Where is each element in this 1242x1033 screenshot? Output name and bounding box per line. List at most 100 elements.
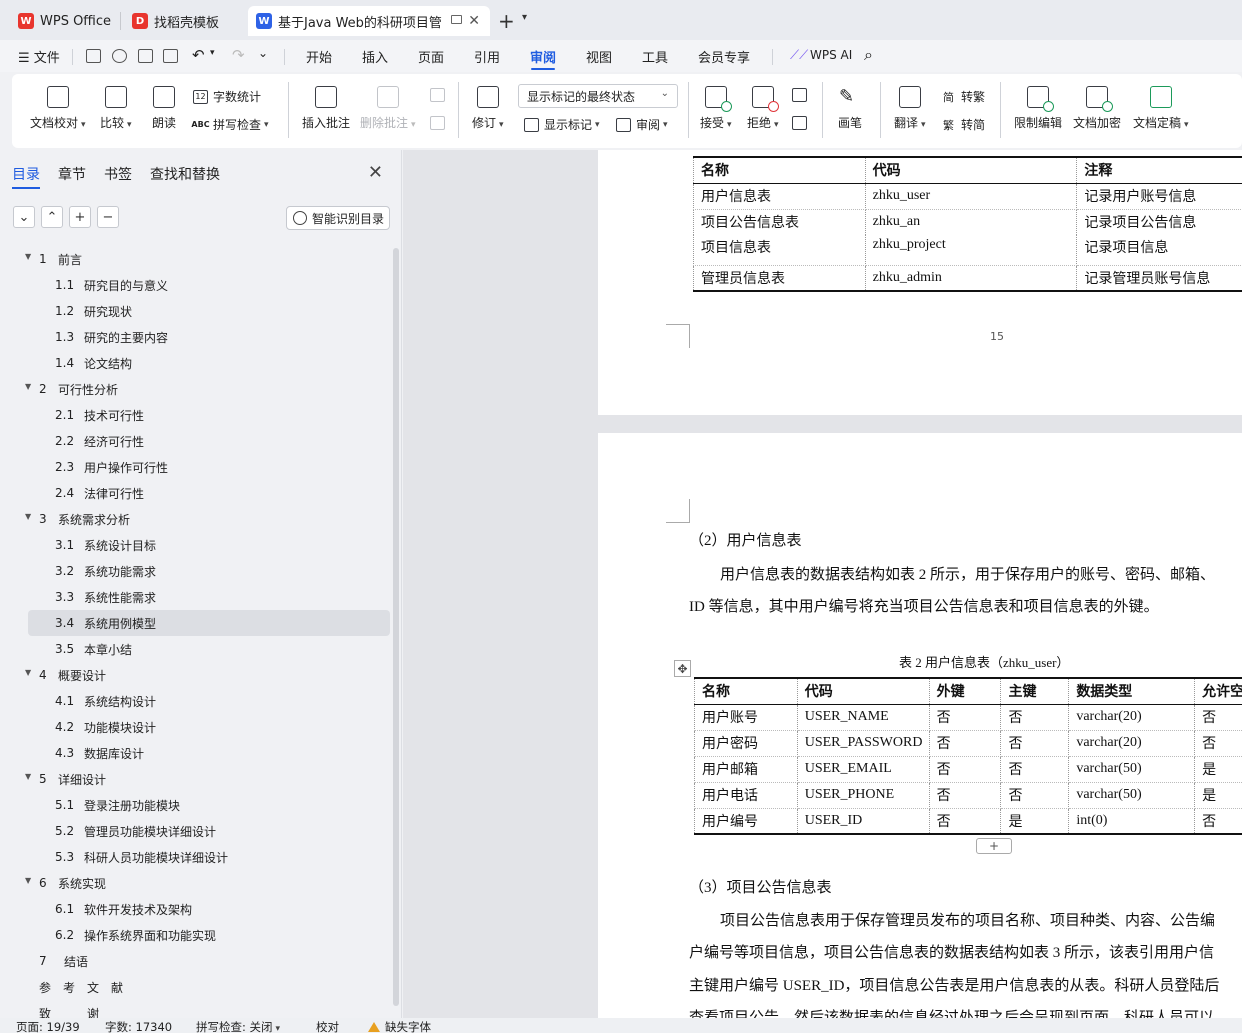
- toc-item[interactable]: 1.2 研究现状: [0, 298, 392, 324]
- more-chevron-icon[interactable]: ⌄: [258, 46, 268, 60]
- doc-proof-button[interactable]: 文档校对 ▾: [30, 86, 86, 131]
- collapse-all-button[interactable]: ⌄: [13, 206, 35, 228]
- menu-home[interactable]: 开始: [306, 47, 332, 66]
- track-changes-button[interactable]: 修订 ▾: [472, 86, 504, 131]
- move-table-icon[interactable]: ✥: [674, 660, 691, 677]
- toc-item[interactable]: 2.4 法律可行性: [0, 480, 392, 506]
- undo-dropdown-icon[interactable]: ▾: [210, 48, 215, 58]
- redo-icon[interactable]: ↷: [232, 46, 245, 64]
- remove-heading-button[interactable]: −: [97, 206, 119, 228]
- menu-review[interactable]: 审阅: [530, 47, 556, 70]
- toc-item[interactable]: ▼ 6 系统实现: [0, 870, 392, 896]
- markup-state-select[interactable]: 显示标记的最终状态 ⌄: [518, 84, 678, 108]
- prev-comment-button[interactable]: [430, 88, 450, 102]
- scrollbar[interactable]: [393, 248, 399, 1006]
- menu-member[interactable]: 会员专享: [698, 47, 750, 66]
- toc-item[interactable]: ▼ 2 可行性分析: [0, 376, 392, 402]
- search-icon[interactable]: ⌕: [864, 45, 873, 65]
- tab-document[interactable]: W 基于Java Web的科研项目管理 ✕: [248, 6, 490, 36]
- expand-triangle-icon[interactable]: ▼: [25, 668, 31, 677]
- chevron-down-icon[interactable]: ▾: [522, 12, 527, 23]
- menu-tools[interactable]: 工具: [642, 47, 668, 66]
- save-icon[interactable]: [86, 49, 101, 63]
- toc-item[interactable]: 5.1 登录注册功能模块: [0, 792, 392, 818]
- menu-page[interactable]: 页面: [418, 47, 444, 66]
- word-count-button[interactable]: 12 字数统计: [193, 88, 261, 105]
- expand-triangle-icon[interactable]: ▼: [25, 512, 31, 521]
- nav-tab-sections[interactable]: 章节: [58, 164, 86, 184]
- accept-button[interactable]: 接受 ▾: [700, 86, 732, 131]
- nav-tab-toc[interactable]: 目录: [12, 164, 40, 189]
- toc-item[interactable]: 2.3 用户操作可行性: [0, 454, 392, 480]
- show-markup-button[interactable]: 显示标记 ▾: [524, 116, 600, 133]
- restrict-edit-button[interactable]: 限制编辑: [1014, 86, 1062, 131]
- expand-triangle-icon[interactable]: ▼: [25, 876, 31, 885]
- finalize-button[interactable]: 文档定稿 ▾: [1133, 86, 1189, 131]
- toc-item[interactable]: 1.3 研究的主要内容: [0, 324, 392, 350]
- pen-button[interactable]: ✎ 画笔: [838, 86, 862, 131]
- word-count-status[interactable]: 字数: 17340: [105, 1019, 172, 1033]
- toc-item[interactable]: ▼ 1 前言: [0, 246, 392, 272]
- encrypt-button[interactable]: 文档加密: [1073, 86, 1121, 131]
- toc-item[interactable]: 3.4 系统用例模型: [28, 610, 390, 636]
- screen-icon[interactable]: [451, 15, 462, 24]
- spell-check-status[interactable]: 拼写检查: 关闭 ▾: [196, 1019, 280, 1033]
- undo-icon[interactable]: ↶: [192, 46, 205, 64]
- toc-item[interactable]: 3.1 系统设计目标: [0, 532, 392, 558]
- menu-references[interactable]: 引用: [474, 47, 500, 66]
- toc-item[interactable]: 3.2 系统功能需求: [0, 558, 392, 584]
- toc-item[interactable]: ▼ 3 系统需求分析: [0, 506, 392, 532]
- toc-item[interactable]: 1.1 研究目的与意义: [0, 272, 392, 298]
- toc-item[interactable]: 4.3 数据库设计: [0, 740, 392, 766]
- new-tab-icon[interactable]: +: [498, 9, 515, 33]
- to-simplified-button[interactable]: 繁 转简: [941, 116, 985, 133]
- read-aloud-button[interactable]: 朗读: [152, 86, 176, 131]
- smart-toc-button[interactable]: 智能识别目录: [286, 206, 390, 230]
- next-comment-button[interactable]: [430, 116, 450, 130]
- toc-item[interactable]: 2.1 技术可行性: [0, 402, 392, 428]
- toc-item[interactable]: 参 考 文 献: [0, 974, 392, 1000]
- nav-tab-find-replace[interactable]: 查找和替换: [150, 164, 220, 184]
- translate-button[interactable]: 翻译 ▾: [894, 86, 926, 131]
- toc-item[interactable]: 3.3 系统性能需求: [0, 584, 392, 610]
- expand-triangle-icon[interactable]: ▼: [25, 252, 31, 261]
- missing-font-status[interactable]: 缺失字体: [368, 1019, 431, 1033]
- expand-triangle-icon[interactable]: ▼: [25, 772, 31, 781]
- tab-wps-office[interactable]: W WPS Office: [10, 6, 118, 36]
- file-menu[interactable]: ☰ 文件: [18, 47, 60, 66]
- print-preview-icon[interactable]: [163, 49, 178, 63]
- proof-status[interactable]: 校对: [316, 1019, 339, 1033]
- toc-item[interactable]: 3.5 本章小结: [0, 636, 392, 662]
- toc-item[interactable]: 4.1 系统结构设计: [0, 688, 392, 714]
- close-icon[interactable]: ✕: [368, 162, 383, 183]
- expand-up-button[interactable]: ⌃: [41, 206, 63, 228]
- toc-item[interactable]: ▼ 5 详细设计: [0, 766, 392, 792]
- delete-comment-button[interactable]: 删除批注 ▾: [360, 86, 416, 131]
- print-icon[interactable]: [138, 49, 153, 63]
- toc-item[interactable]: 4.2 功能模块设计: [0, 714, 392, 740]
- toc-item[interactable]: 1.4 论文结构: [0, 350, 392, 376]
- spell-check-button[interactable]: ABC 拼写检查 ▾: [191, 116, 268, 133]
- close-tab-icon[interactable]: ✕: [468, 13, 480, 29]
- review-pane-button[interactable]: 审阅 ▾: [616, 116, 668, 133]
- to-traditional-button[interactable]: 简 转繁: [941, 88, 985, 105]
- share-icon[interactable]: [112, 49, 127, 63]
- compare-button[interactable]: 比较 ▾: [100, 86, 132, 131]
- nav-tab-bookmarks[interactable]: 书签: [104, 164, 132, 184]
- toc-item[interactable]: 5.2 管理员功能模块详细设计: [0, 818, 392, 844]
- add-table-row-button[interactable]: +: [976, 838, 1012, 854]
- next-change-button[interactable]: [792, 116, 812, 130]
- toc-item[interactable]: 7 结语: [0, 948, 392, 974]
- toc-item[interactable]: ▼ 4 概要设计: [0, 662, 392, 688]
- add-heading-button[interactable]: +: [69, 206, 91, 228]
- toc-item[interactable]: 2.2 经济可行性: [0, 428, 392, 454]
- toc-item[interactable]: 6.1 软件开发技术及架构: [0, 896, 392, 922]
- insert-comment-button[interactable]: 插入批注: [302, 86, 350, 131]
- toc-item[interactable]: 6.2 操作系统界面和功能实现: [0, 922, 392, 948]
- prev-change-button[interactable]: [792, 88, 812, 102]
- tab-docer[interactable]: D 找稻壳模板: [124, 6, 240, 36]
- menu-view[interactable]: 视图: [586, 47, 612, 66]
- menu-insert[interactable]: 插入: [362, 47, 388, 66]
- toc-item[interactable]: 5.3 科研人员功能模块详细设计: [0, 844, 392, 870]
- reject-button[interactable]: 拒绝 ▾: [747, 86, 779, 131]
